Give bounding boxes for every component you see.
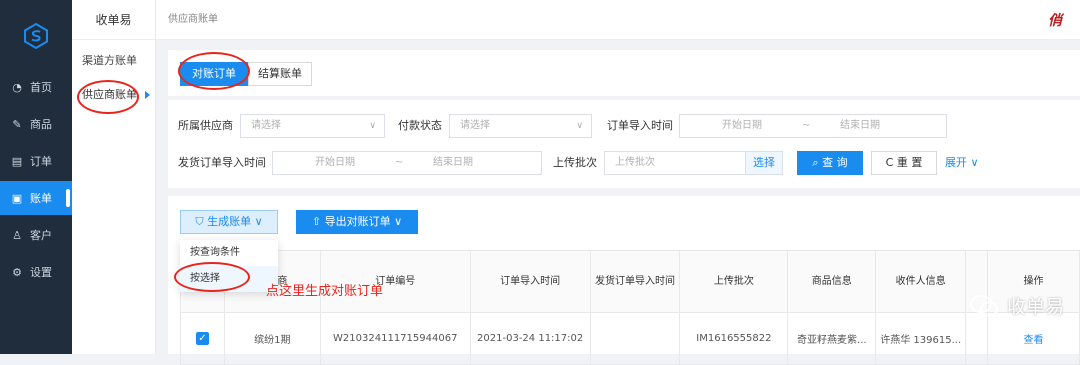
action-cell: 查看 — [987, 312, 1080, 365]
order-no-cell: W210324111715944067 — [319, 312, 471, 365]
expand-link[interactable]: 展开 ∨ — [945, 151, 979, 175]
orders-table: 供应商 订单编号 订单导入时间 发货订单导入时间 上传批次 商品信息 收件人信息… — [180, 250, 1080, 365]
user-icon: ♙ — [12, 228, 22, 242]
tab-settlement-bills[interactable]: 结算账单 — [248, 62, 312, 86]
chevron-down-icon: ∨ — [576, 121, 583, 131]
breadcrumb[interactable]: 供应商账单 — [168, 0, 218, 40]
highlight-ring — [77, 80, 139, 114]
ship-time-cell — [589, 312, 681, 365]
nav-item-label: 设置 — [30, 266, 52, 279]
import-time-cell: 2021-03-24 11:17:02 — [469, 312, 591, 365]
refresh-icon: C — [885, 156, 897, 169]
annotation-text: 点这里生成对账订单 — [266, 284, 384, 299]
nav-item-bills[interactable]: ▣ 账单 — [0, 181, 72, 215]
subnav-item-channel-bills[interactable]: 渠道方账单 — [72, 46, 156, 76]
checkbox-checked-icon[interactable]: ✓ — [195, 332, 209, 345]
export-orders-button[interactable]: ⇧ 导出对账订单 ∨ — [296, 210, 418, 234]
chevron-down-icon: ∨ — [967, 156, 979, 169]
import-time-label: 订单导入时间 — [607, 119, 673, 132]
start-date-placeholder: 开始日期 — [722, 120, 762, 131]
col-import-time: 订单导入时间 — [469, 250, 591, 313]
sub-sidebar: 收单易 渠道方账单 供应商账单 — [72, 0, 156, 354]
batch-placeholder: 上传批次 — [615, 157, 655, 168]
shield-icon: ⛉ — [195, 215, 208, 228]
app-logo-icon[interactable] — [22, 22, 50, 50]
gear-icon: ⚙ — [12, 265, 22, 279]
highlight-ring — [174, 262, 250, 292]
supplier-label: 所属供应商 — [178, 119, 233, 132]
nav-item-label: 客户 — [30, 229, 52, 242]
reset-button-label: 重 置 — [896, 156, 923, 169]
brand-logo-icon: 俏 — [1048, 13, 1062, 29]
end-date-placeholder: 结束日期 — [840, 120, 880, 131]
generate-bill-button[interactable]: ⛉ 生成账单 ∨ — [180, 210, 278, 234]
nav-item-home[interactable]: ◔ 首页 — [0, 70, 72, 104]
start-date-placeholder: 开始日期 — [315, 157, 355, 168]
receiver-cell: 许燕华 139615... — [875, 312, 967, 365]
nav-item-goods[interactable]: ✎ 商品 — [0, 107, 72, 141]
col-batch: 上传批次 — [679, 250, 789, 313]
highlight-ring — [178, 52, 250, 90]
goods-cell: 奇亚籽燕麦紫... — [787, 312, 877, 365]
top-bar: 供应商账单 俏 — [156, 0, 1080, 40]
expand-link-label: 展开 — [945, 156, 967, 169]
chevron-down-icon: ∨ — [390, 215, 403, 228]
watermark: 收单易 — [969, 292, 1064, 319]
supplier-select[interactable]: 请选择 ∨ — [240, 114, 385, 138]
range-separator: ~ — [802, 120, 811, 131]
nav-item-label: 订单 — [30, 155, 52, 168]
range-separator: ~ — [395, 157, 404, 168]
col-receiver: 收件人信息 — [875, 250, 967, 313]
end-date-placeholder: 结束日期 — [433, 157, 473, 168]
list-icon: ▤ — [11, 154, 23, 168]
batch-cell: IM1616555822 — [679, 312, 789, 365]
blank-cell — [965, 312, 989, 365]
clipboard-icon: ▣ — [11, 191, 23, 205]
nav-item-customers[interactable]: ♙ 客户 — [0, 218, 72, 252]
edit-icon: ✎ — [12, 117, 22, 131]
nav-item-label: 账单 — [30, 192, 52, 205]
table-row[interactable]: ✓ 缤纷1期 W210324111715944067 2021-03-24 11… — [180, 312, 1080, 365]
nav-item-orders[interactable]: ▤ 订单 — [0, 144, 72, 178]
pay-status-placeholder: 请选择 — [460, 120, 490, 131]
gauge-icon: ◔ — [12, 80, 22, 94]
batch-label: 上传批次 — [553, 156, 597, 169]
reset-button[interactable]: C 重 置 — [871, 151, 937, 175]
subnav-title: 收单易 — [72, 0, 155, 40]
menu-item-by-query[interactable]: 按查询条件 — [180, 240, 278, 266]
view-link[interactable]: 查看 — [1024, 335, 1044, 346]
chevron-down-icon: ∨ — [251, 215, 263, 228]
main-sidebar: ◔ 首页 ✎ 商品 ▤ 订单 ▣ 账单 ♙ 客户 ⚙ 设置 — [0, 0, 72, 354]
nav-item-label: 首页 — [30, 81, 52, 94]
supplier-placeholder: 请选择 — [251, 120, 281, 131]
nav-item-label: 商品 — [30, 118, 52, 131]
export-orders-label: 导出对账订单 — [324, 215, 391, 228]
pay-status-select[interactable]: 请选择 ∨ — [449, 114, 592, 138]
ship-import-time-range[interactable]: 开始日期 ~ 结束日期 — [272, 151, 542, 175]
supplier-cell: 缤纷1期 — [223, 312, 321, 365]
upload-icon: ⇧ — [311, 215, 325, 228]
caret-right-icon — [145, 91, 150, 99]
import-time-range[interactable]: 开始日期 ~ 结束日期 — [679, 114, 947, 138]
batch-input[interactable]: 上传批次 — [604, 151, 746, 175]
col-ship-import-time: 发货订单导入时间 — [589, 250, 681, 313]
ship-import-time-label: 发货订单导入时间 — [178, 156, 266, 169]
generate-bill-label: 生成账单 — [207, 215, 252, 228]
col-goods: 商品信息 — [787, 250, 877, 313]
pay-status-label: 付款状态 — [398, 119, 442, 132]
nav-item-settings[interactable]: ⚙ 设置 — [0, 255, 72, 289]
chevron-down-icon: ∨ — [369, 121, 376, 131]
batch-select-button[interactable]: 选择 — [745, 151, 783, 175]
search-button-label: 查 询 — [822, 156, 848, 169]
row-select-cell[interactable]: ✓ — [180, 312, 225, 365]
watermark-text: 收单易 — [1006, 296, 1064, 318]
wechat-icon — [969, 294, 998, 316]
search-button[interactable]: ⌕ 查 询 — [797, 151, 863, 175]
search-icon: ⌕ — [812, 156, 823, 169]
